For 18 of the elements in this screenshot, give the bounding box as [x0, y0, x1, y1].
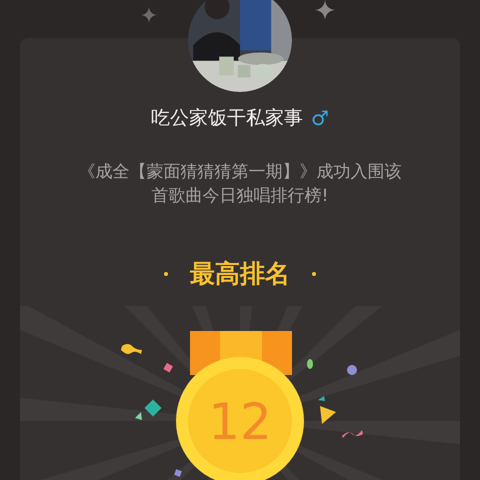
confetti-icon	[347, 365, 357, 375]
user-name: 吃公家饭干私家事	[151, 106, 304, 130]
confetti-icon	[307, 359, 313, 369]
confetti-icon	[320, 406, 336, 424]
rank-title: 最高排名	[190, 258, 290, 290]
confetti-icon	[318, 396, 325, 401]
confetti-icon	[121, 344, 142, 354]
male-symbol: ♂	[311, 106, 329, 130]
confetti-icon	[174, 469, 182, 477]
confetti-icon	[163, 362, 173, 372]
message-text: 《成全【蒙面猜猜猜第一期】》成功入围该首歌曲今日独唱排行榜!	[78, 161, 402, 208]
confetti-icon	[135, 412, 142, 420]
sparkle-icon	[315, 0, 335, 20]
sparkle-icon	[141, 7, 157, 23]
rank-number: 12	[208, 393, 272, 451]
dot-icon	[164, 272, 168, 276]
confetti-icon	[342, 430, 363, 438]
dot-icon	[312, 272, 316, 276]
